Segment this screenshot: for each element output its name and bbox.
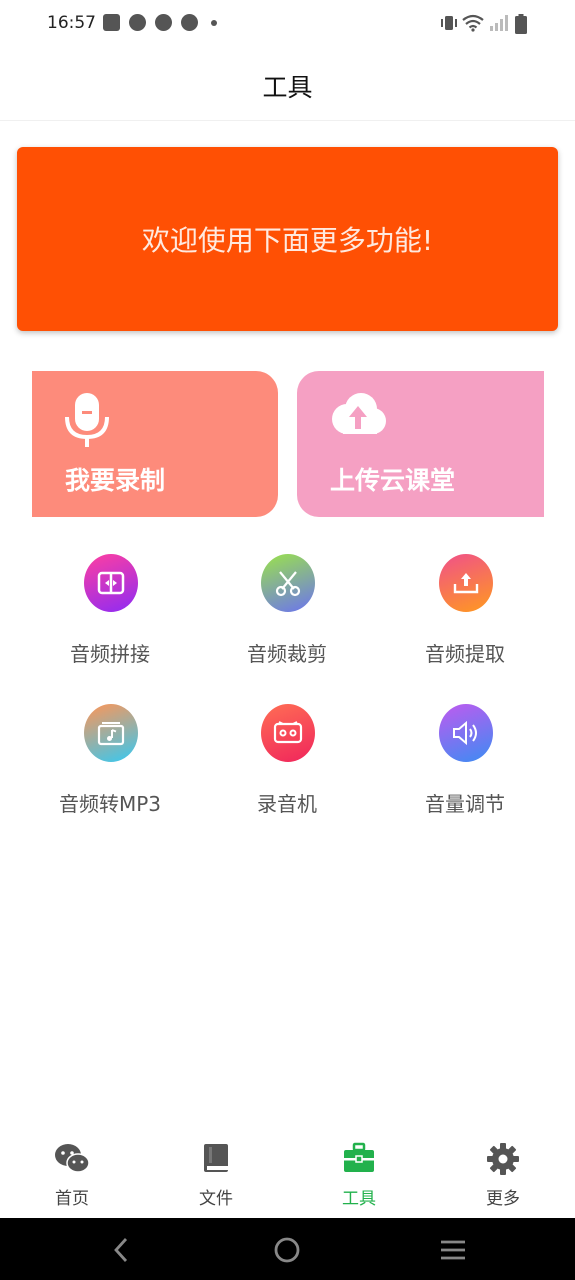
tab-label: 首页 — [55, 1189, 89, 1209]
gear-icon — [487, 1143, 519, 1175]
tool-label: 音频转MP3 — [58, 792, 162, 816]
home-icon[interactable] — [270, 1233, 304, 1267]
tool-audio-to-mp3[interactable]: 音频转MP3 — [20, 704, 200, 834]
upload-card[interactable]: 上传云课堂 — [297, 371, 544, 517]
record-card[interactable]: 我要录制 — [32, 371, 278, 517]
status-bar: 16:57 — [0, 0, 575, 48]
cassette-icon — [261, 704, 315, 762]
tab-label: 文件 — [199, 1189, 233, 1209]
back-icon[interactable] — [104, 1233, 138, 1267]
tool-label: 音频提取 — [425, 642, 505, 666]
tab-tools[interactable]: 工具 — [319, 1142, 399, 1212]
tool-label: 音量调节 — [425, 792, 505, 816]
audio-join-icon — [84, 554, 138, 612]
notification-circle-icon — [155, 14, 172, 31]
scissors-icon — [261, 554, 315, 612]
notification-circle-icon — [129, 14, 146, 31]
tool-volume[interactable]: 音量调节 — [375, 704, 555, 834]
notification-circle-icon — [181, 14, 198, 31]
microphone-icon — [65, 393, 109, 447]
cloud-upload-icon — [332, 393, 386, 434]
title-bar: 工具 — [0, 48, 575, 121]
menu-icon[interactable] — [436, 1233, 470, 1267]
welcome-banner[interactable]: 欢迎使用下面更多功能! — [17, 147, 558, 331]
music-folder-icon — [84, 704, 138, 762]
signal-icon — [490, 15, 508, 31]
system-nav-bar — [0, 1218, 575, 1280]
upload-card-label: 上传云课堂 — [330, 466, 456, 495]
page-title: 工具 — [262, 73, 313, 102]
tool-label: 录音机 — [257, 792, 317, 816]
tab-home[interactable]: 首页 — [32, 1142, 112, 1212]
record-card-label: 我要录制 — [65, 466, 166, 495]
tool-recorder[interactable]: 录音机 — [197, 704, 377, 834]
toolbox-icon — [344, 1142, 374, 1172]
tab-more[interactable]: 更多 — [463, 1142, 543, 1212]
battery-icon — [515, 14, 527, 34]
tab-files[interactable]: 文件 — [176, 1142, 256, 1212]
extract-upload-icon — [439, 554, 493, 612]
tool-audio-join[interactable]: 音频拼接 — [20, 554, 200, 684]
tool-audio-extract[interactable]: 音频提取 — [375, 554, 555, 684]
tab-label: 更多 — [486, 1189, 520, 1209]
notification-box-icon — [103, 14, 120, 31]
tool-audio-cut[interactable]: 音频裁剪 — [197, 554, 377, 684]
speaker-volume-icon — [439, 704, 493, 762]
wifi-icon — [462, 14, 484, 32]
status-time: 16:57 — [47, 13, 96, 33]
notification-dot-icon — [211, 20, 217, 26]
banner-text: 欢迎使用下面更多功能! — [141, 224, 434, 257]
vibrate-icon — [441, 16, 457, 30]
tool-label: 音频裁剪 — [247, 642, 327, 666]
tool-label: 音频拼接 — [70, 642, 150, 666]
bottom-tab-bar: 首页 文件 工具 更多 — [0, 1130, 575, 1218]
tab-label: 工具 — [342, 1189, 376, 1209]
wechat-icon — [55, 1144, 90, 1173]
book-icon — [204, 1144, 228, 1172]
